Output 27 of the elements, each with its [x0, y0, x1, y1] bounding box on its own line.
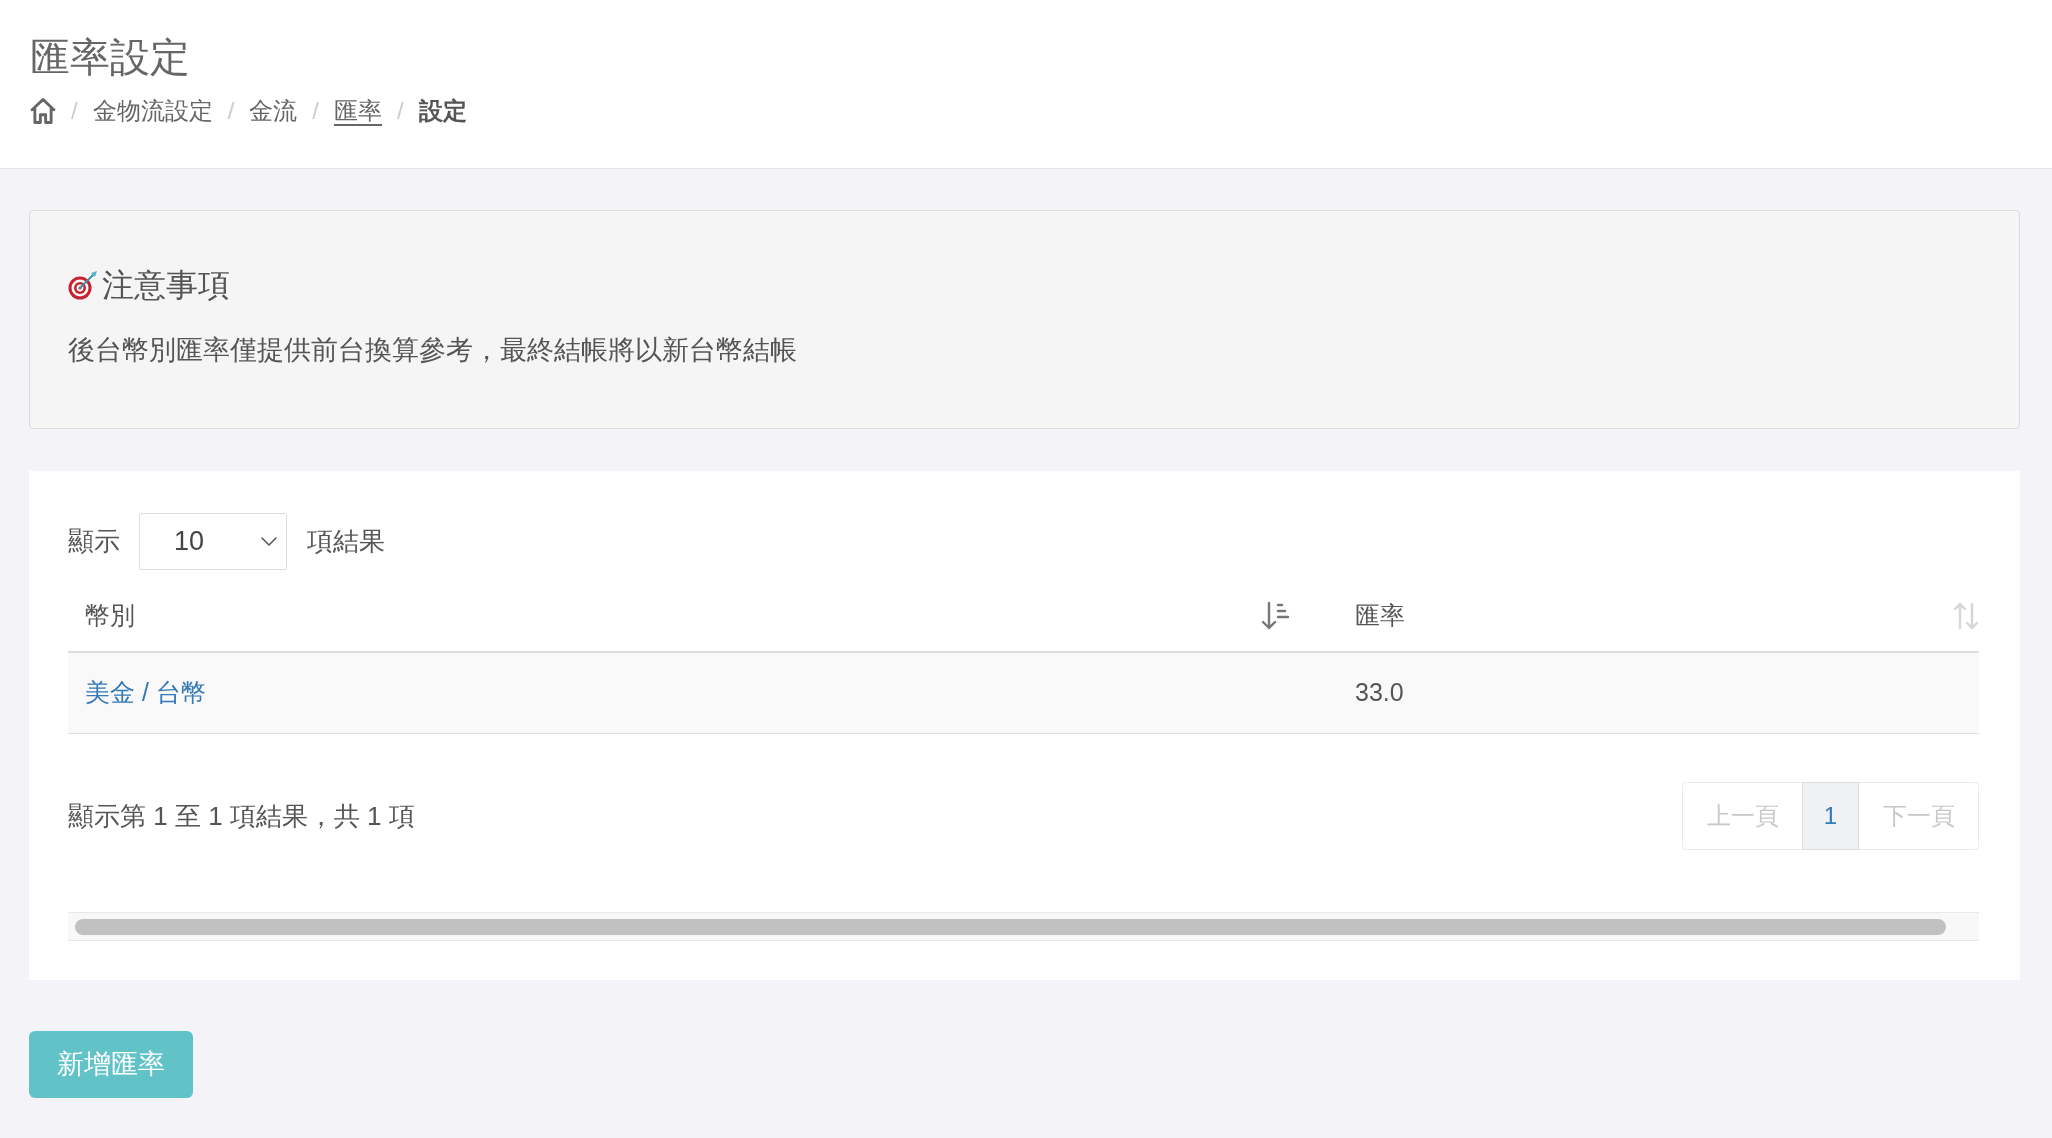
- breadcrumb-current: 設定: [418, 96, 467, 126]
- column-header[interactable]: 匯率: [1338, 581, 1979, 651]
- horizontal-scrollbar[interactable]: [68, 912, 1979, 941]
- chevron-down-icon: [261, 537, 277, 546]
- pagination-button[interactable]: 1: [1802, 782, 1859, 850]
- column-header[interactable]: 幣別: [68, 581, 1338, 651]
- breadcrumb-separator: /: [227, 96, 235, 126]
- sort-descending-icon[interactable]: [1260, 601, 1290, 631]
- breadcrumb-link[interactable]: 金流: [249, 95, 298, 127]
- table-info: 顯示第 1 至 1 項結果，共 1 項: [68, 799, 415, 833]
- breadcrumb-separator: /: [312, 96, 319, 126]
- home-icon[interactable]: [30, 98, 56, 124]
- scrollbar-thumb[interactable]: [75, 918, 1946, 935]
- length-label: 顯示: [68, 526, 120, 558]
- breadcrumb-separator: /: [71, 96, 78, 126]
- table-cell-text: 33.0: [1355, 677, 1404, 709]
- notice-title: 注意事項: [102, 266, 230, 305]
- length-label: 項結果: [307, 526, 385, 558]
- breadcrumb-separator: /: [397, 96, 404, 126]
- dartboard-icon: [68, 270, 98, 300]
- breadcrumb-link[interactable]: 匯率: [334, 95, 382, 127]
- page-title: 匯率設定: [30, 35, 190, 80]
- notice-text: 後台幣別匯率僅提供前台換算參考，最終結帳將以新台幣結帳: [68, 334, 797, 367]
- currency-pair-link[interactable]: 美金 / 台幣: [85, 674, 206, 712]
- breadcrumb-link[interactable]: 金物流設定: [92, 95, 213, 127]
- page-length-select[interactable]: 10: [139, 513, 287, 570]
- sort-icon[interactable]: [1953, 601, 1979, 631]
